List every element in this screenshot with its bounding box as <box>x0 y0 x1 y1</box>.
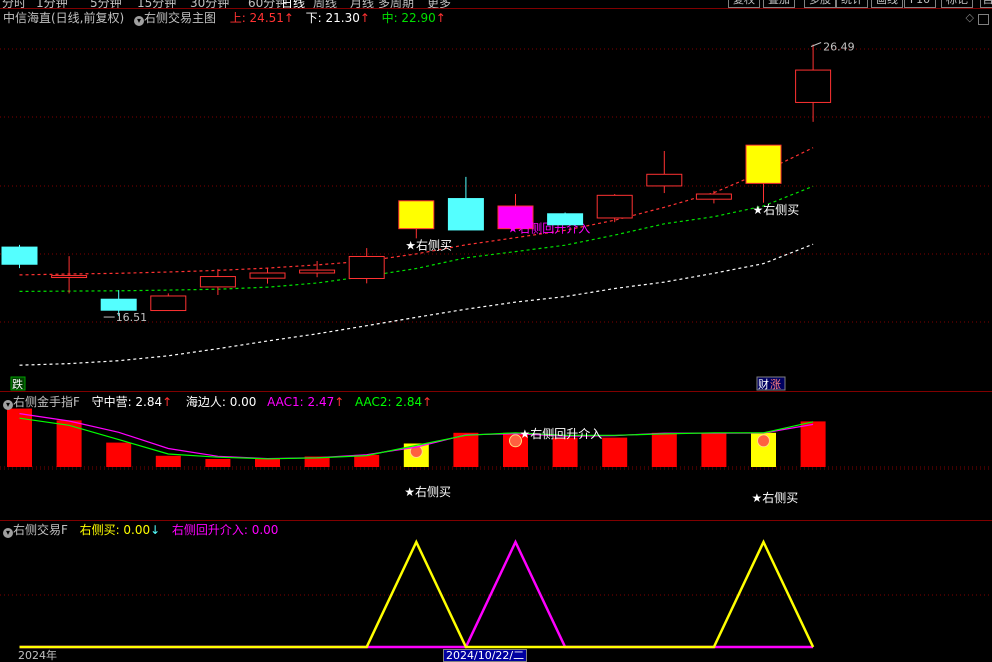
middle-band-label: 中: 22.90 <box>381 11 436 25</box>
candle-body <box>199 276 236 288</box>
candle-body <box>745 144 782 184</box>
candle-body <box>646 173 683 187</box>
chevron-down-icon[interactable]: ▾ <box>3 400 13 410</box>
reentry-label: 右侧回升介入: 0.00 <box>171 523 279 537</box>
panel2-bar <box>651 432 677 467</box>
candle-body <box>695 193 732 200</box>
lower-band-line <box>19 243 814 366</box>
indicator2-name[interactable]: 右侧金手指F <box>13 395 80 409</box>
panel-maximize-icon[interactable] <box>978 14 989 25</box>
candle-body <box>348 255 385 279</box>
upper-band-label: 上: 24.51 <box>229 11 284 25</box>
up-arrow-icon: ↑ <box>162 395 173 409</box>
up-arrow-icon: ↑ <box>359 11 370 25</box>
panel2-buy-label: ★右侧买 <box>404 484 451 499</box>
low-price-label: 16.51 <box>116 311 148 324</box>
panel2-bar <box>7 408 32 467</box>
signal-buy-label: ★右侧买 <box>753 202 800 217</box>
high-price-label: 26.49 <box>823 41 855 54</box>
panel2-bar <box>701 432 727 467</box>
candle-body <box>1 246 38 265</box>
finance-badge: 财 <box>758 377 769 391</box>
x-axis-start-label: 2024年 <box>18 649 57 662</box>
x-axis-cursor-label: 2024/10/22/二 <box>443 649 528 662</box>
aac1-label: AAC1: 2.47 <box>267 395 335 409</box>
up-arrow-icon: ↑ <box>334 395 345 409</box>
chevron-left-icon[interactable]: ◇ <box>966 11 974 24</box>
stock-title[interactable]: 中信海直(日线,前复权) <box>3 11 124 25</box>
panel2-buy-label: ★右侧买 <box>752 490 799 505</box>
up-arrow-icon: ↑ <box>422 395 433 409</box>
candle-body <box>299 269 336 274</box>
down-arrow-icon: ↓ <box>150 523 161 537</box>
up-arrow-icon: ↑ <box>435 11 446 25</box>
indicator3-header: ▾ 右侧交易F 右侧买: 0.00↓ 右侧回升介入: 0.00 <box>3 523 278 538</box>
rise-badge: 涨 <box>770 378 781 391</box>
panel2-bar <box>800 421 826 467</box>
main-panel-header: 中信海直(日线,前复权) ▾ 右侧交易主图 上: 24.51↑ 下: 21.30↑… <box>3 11 446 26</box>
panel2-bar <box>106 442 132 467</box>
panel2-bar <box>255 458 280 467</box>
chevron-down-icon[interactable]: ▾ <box>3 528 13 538</box>
candle-body <box>249 272 286 279</box>
aac2-label: AAC2: 2.84 <box>354 395 423 409</box>
lower-band-label: 下: 21.30 <box>305 11 360 25</box>
panel2-bar <box>205 458 231 467</box>
panel2-bar <box>453 432 479 467</box>
guard-label: 守中营: 2.84 <box>91 395 163 409</box>
panel2-bar <box>602 437 628 467</box>
indicator3-name[interactable]: 右侧交易F <box>13 523 68 537</box>
panel-separator[interactable] <box>0 520 992 521</box>
candle-body <box>547 213 584 226</box>
candle-body <box>447 198 484 231</box>
chevron-down-icon[interactable]: ▾ <box>134 16 145 26</box>
chart-canvas[interactable]: ★右侧买★右侧回升介入★右侧买26.4916.51跌财涨★右侧回升介入★右侧买 ★… <box>0 0 992 660</box>
panel2-reentry-label: ★右侧回升介入 <box>520 426 603 441</box>
toolbar-separator <box>0 8 992 9</box>
buy-label: 右侧买: 0.00 <box>79 523 151 537</box>
indicator-name[interactable]: 右侧交易主图 <box>144 11 216 25</box>
candle-body <box>100 298 137 311</box>
signal-buy-label: ★右侧买 <box>405 237 452 252</box>
down-badge: 跌 <box>12 377 23 391</box>
panel2-bar <box>354 454 380 467</box>
panel2-bar <box>155 455 181 467</box>
candle-body <box>398 200 435 230</box>
candle-body <box>150 295 187 312</box>
panel2-bar <box>552 437 578 467</box>
panel-separator[interactable] <box>0 391 992 392</box>
candle-body <box>51 275 88 279</box>
sea-label: 海边人: 0.00 <box>185 395 257 409</box>
candle-body <box>795 69 832 103</box>
up-arrow-icon: ↑ <box>283 11 294 25</box>
indicator2-header: ▾ 右侧金手指F 守中营: 2.84↑ 海边人: 0.00 AAC1: 2.47↑… <box>3 395 432 410</box>
badge-icon <box>757 434 770 448</box>
candle-body <box>596 194 633 219</box>
